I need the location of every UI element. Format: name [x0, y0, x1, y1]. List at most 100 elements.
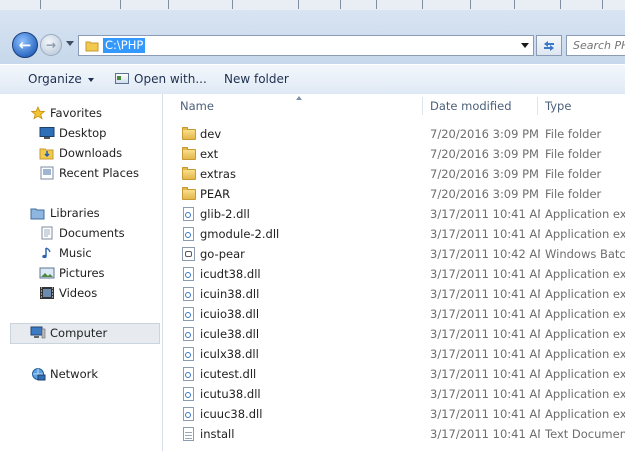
- file-type: Application exte: [545, 307, 625, 321]
- organize-button[interactable]: Organize: [28, 65, 94, 94]
- file-type: File folder: [545, 187, 602, 201]
- sidebar-item-videos[interactable]: Videos: [39, 284, 97, 302]
- file-type: Application exte: [545, 267, 625, 281]
- folder-icon: [181, 127, 197, 141]
- sidebar-label: Favorites: [50, 106, 102, 120]
- search-input[interactable]: [567, 36, 625, 55]
- file-date-modified: 7/20/2016 3:09 PM: [430, 147, 539, 161]
- file-name: icutest.dll: [200, 367, 257, 381]
- table-row[interactable]: go-pear 3/17/2011 10:42 AM Windows Batch: [163, 244, 625, 264]
- file-name: extras: [200, 167, 236, 181]
- file-type: Application exte: [545, 347, 625, 361]
- dll-icon: [181, 287, 197, 301]
- file-name: PEAR: [200, 187, 231, 201]
- file-name: go-pear: [200, 247, 245, 261]
- sort-ascending-icon: [296, 96, 302, 100]
- file-date-modified: 3/17/2011 10:41 AM: [430, 307, 540, 321]
- sidebar-label: Desktop: [59, 126, 107, 140]
- file-date-modified: 7/20/2016 3:09 PM: [430, 187, 539, 201]
- table-row[interactable]: icuuc38.dll 3/17/2011 10:41 AM Application…: [163, 404, 625, 424]
- search-box[interactable]: [566, 35, 625, 56]
- sidebar-item-libraries[interactable]: Libraries: [30, 204, 100, 222]
- file-name: glib-2.dll: [200, 207, 250, 221]
- navigation-pane: Favorites Desktop Downloads Recent Place…: [0, 94, 163, 451]
- sidebar-item-pictures[interactable]: Pictures: [39, 264, 105, 282]
- network-icon: [30, 367, 46, 381]
- sidebar-label: Recent Places: [59, 166, 139, 180]
- file-name: icule38.dll: [200, 327, 260, 341]
- refresh-button[interactable]: [536, 35, 562, 56]
- dll-icon: [181, 207, 197, 221]
- table-row[interactable]: icudt38.dll 3/17/2011 10:41 AM Application…: [163, 264, 625, 284]
- file-date-modified: 3/17/2011 10:41 AM: [430, 267, 540, 281]
- text-file-icon: [181, 427, 197, 441]
- column-header-type[interactable]: Type: [545, 94, 571, 118]
- sidebar-label: Libraries: [50, 206, 100, 220]
- address-path[interactable]: C:\PHP: [103, 38, 146, 53]
- sidebar-item-computer[interactable]: Computer: [10, 323, 160, 344]
- sidebar-item-network[interactable]: Network: [30, 365, 98, 383]
- table-row[interactable]: install 3/17/2011 10:41 AM Text Document: [163, 424, 625, 444]
- forward-button[interactable]: →: [40, 34, 62, 56]
- address-bar[interactable]: C:\PHP: [78, 35, 534, 56]
- recent-places-icon: [39, 166, 55, 180]
- folder-icon: [181, 167, 197, 181]
- documents-icon: [39, 226, 55, 240]
- file-name: icudt38.dll: [200, 267, 261, 281]
- downloads-folder-icon: [39, 146, 55, 160]
- file-type: Application exte: [545, 407, 625, 421]
- sidebar-item-favorites[interactable]: Favorites: [30, 104, 102, 122]
- file-date-modified: 3/17/2011 10:41 AM: [430, 387, 540, 401]
- sidebar-item-documents[interactable]: Documents: [39, 224, 125, 242]
- file-date-modified: 3/17/2011 10:41 AM: [430, 347, 540, 361]
- file-type: Application exte: [545, 387, 625, 401]
- folder-icon: [85, 39, 99, 56]
- table-row[interactable]: glib-2.dll 3/17/2011 10:41 AM Application …: [163, 204, 625, 224]
- new-folder-button[interactable]: New folder: [224, 65, 289, 94]
- table-row[interactable]: icuio38.dll 3/17/2011 10:41 AM Application…: [163, 304, 625, 324]
- table-row[interactable]: PEAR 7/20/2016 3:09 PM File folder: [163, 184, 625, 204]
- file-type: Application exte: [545, 227, 625, 241]
- file-type: File folder: [545, 127, 602, 141]
- back-button[interactable]: ←: [12, 32, 38, 58]
- file-date-modified: 3/17/2011 10:41 AM: [430, 367, 540, 381]
- recent-pages-dropdown[interactable]: [66, 41, 74, 46]
- sidebar-item-music[interactable]: Music: [39, 244, 92, 262]
- file-type: File folder: [545, 167, 602, 181]
- file-name: icuio38.dll: [200, 307, 260, 321]
- column-divider[interactable]: [422, 97, 423, 115]
- file-name: dev: [200, 127, 222, 141]
- file-date-modified: 3/17/2011 10:41 AM: [430, 327, 540, 341]
- file-date-modified: 3/17/2011 10:41 AM: [430, 287, 540, 301]
- table-row[interactable]: dev 7/20/2016 3:09 PM File folder: [163, 124, 625, 144]
- table-row[interactable]: icutest.dll 3/17/2011 10:41 AM Application…: [163, 364, 625, 384]
- file-type: Application exte: [545, 287, 625, 301]
- computer-icon: [30, 326, 46, 340]
- sidebar-item-downloads[interactable]: Downloads: [39, 144, 122, 162]
- file-date-modified: 7/20/2016 3:09 PM: [430, 167, 539, 181]
- file-date-modified: 3/17/2011 10:41 AM: [430, 407, 540, 421]
- sidebar-item-desktop[interactable]: Desktop: [39, 124, 106, 142]
- column-header-name[interactable]: Name: [180, 94, 214, 118]
- file-date-modified: 3/17/2011 10:41 AM: [430, 207, 540, 221]
- organize-label: Organize: [28, 72, 82, 86]
- table-row[interactable]: extras 7/20/2016 3:09 PM File folder: [163, 164, 625, 184]
- table-row[interactable]: icutu38.dll 3/17/2011 10:41 AM Application…: [163, 384, 625, 404]
- table-row[interactable]: iculx38.dll 3/17/2011 10:41 AM Application…: [163, 344, 625, 364]
- table-row[interactable]: ext 7/20/2016 3:09 PM File folder: [163, 144, 625, 164]
- column-header-date[interactable]: Date modified: [430, 94, 512, 118]
- sidebar-item-recent-places[interactable]: Recent Places: [39, 164, 139, 182]
- file-type: File folder: [545, 147, 602, 161]
- sidebar-label: Videos: [59, 286, 98, 300]
- file-type: Application exte: [545, 207, 625, 221]
- open-with-button[interactable]: Open with...: [115, 65, 207, 94]
- table-row[interactable]: icuin38.dll 3/17/2011 10:41 AM Application…: [163, 284, 625, 304]
- dll-icon: [181, 367, 197, 381]
- address-dropdown-icon[interactable]: [521, 43, 529, 48]
- libraries-icon: [30, 206, 46, 220]
- table-row[interactable]: gmodule-2.dll 3/17/2011 10:41 AM Applicati…: [163, 224, 625, 244]
- dll-icon: [181, 267, 197, 281]
- table-row[interactable]: icule38.dll 3/17/2011 10:41 AM Application…: [163, 324, 625, 344]
- column-divider[interactable]: [537, 97, 538, 115]
- star-icon: [30, 105, 46, 120]
